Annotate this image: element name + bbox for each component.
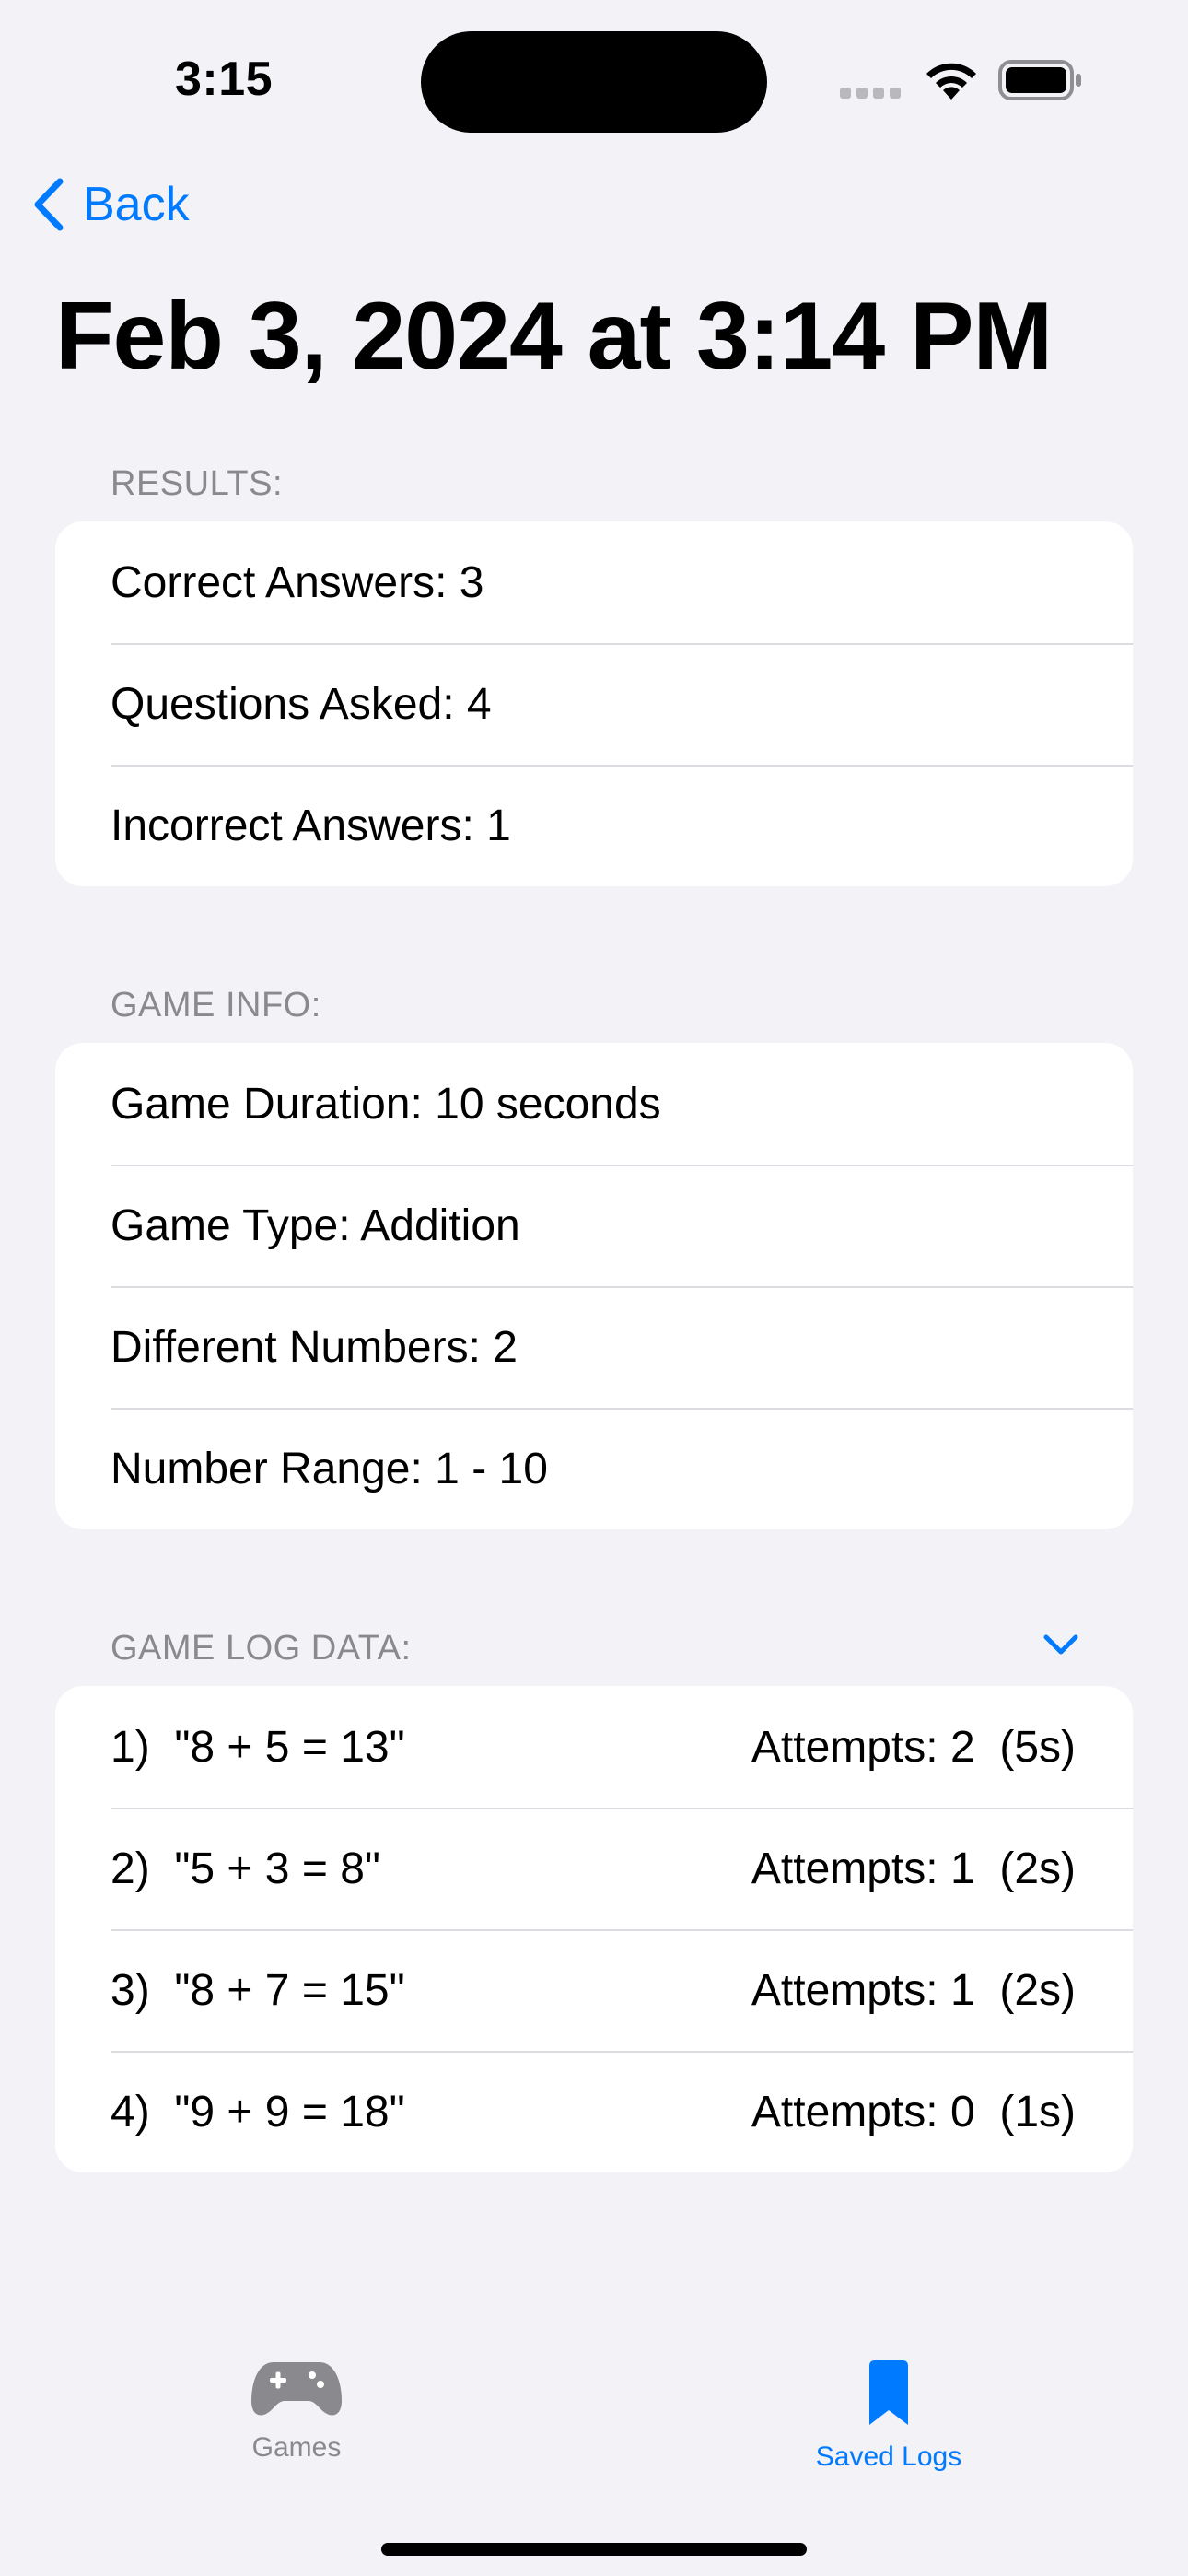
questions-asked: Questions Asked: 4 [111, 679, 492, 729]
status-time: 3:15 [175, 53, 274, 106]
log-question: 2) "5 + 3 = 8" [111, 1844, 380, 1893]
different-numbers: Different Numbers: 2 [111, 1322, 518, 1372]
log-attempts: Attempts: 1 (2s) [751, 1844, 1076, 1893]
game-log-card: 1) "8 + 5 = 13" Attempts: 2 (5s) 2) "5 +… [55, 1686, 1133, 2172]
list-item: Correct Answers: 3 [55, 521, 1133, 643]
log-row: 3) "8 + 7 = 15" Attempts: 1 (2s) [55, 1929, 1133, 2051]
incorrect-answers: Incorrect Answers: 1 [111, 801, 511, 850]
log-question: 3) "8 + 7 = 15" [111, 1965, 405, 2015]
chevron-down-icon[interactable] [1042, 1633, 1079, 1657]
gamecontroller-icon [251, 2362, 342, 2416]
list-item: Game Duration: 10 seconds [55, 1043, 1133, 1165]
number-range: Number Range: 1 - 10 [111, 1444, 548, 1493]
list-item: Questions Asked: 4 [55, 643, 1133, 765]
log-question: 4) "9 + 9 = 18" [111, 2087, 405, 2137]
list-item: Game Type: Addition [55, 1165, 1133, 1286]
log-attempts: Attempts: 0 (1s) [751, 2087, 1076, 2137]
log-question: 1) "8 + 5 = 13" [111, 1722, 405, 1772]
list-item: Incorrect Answers: 1 [55, 765, 1133, 886]
log-attempts: Attempts: 2 (5s) [751, 1722, 1076, 1772]
battery-icon [998, 60, 1081, 100]
page-title: Feb 3, 2024 at 3:14 PM [55, 283, 1053, 390]
log-attempts: Attempts: 1 (2s) [751, 1965, 1076, 2015]
tab-saved-logs-label: Saved Logs [815, 2441, 962, 2472]
bookmark-icon [869, 2360, 908, 2425]
log-row: 2) "5 + 3 = 8" Attempts: 1 (2s) [55, 1808, 1133, 1929]
status-icons [840, 55, 1089, 101]
game-info-card: Game Duration: 10 seconds Game Type: Add… [55, 1043, 1133, 1529]
chevron-left-icon [34, 178, 64, 231]
back-button[interactable]: Back [33, 177, 190, 232]
tab-saved-logs[interactable]: Saved Logs [792, 2359, 985, 2473]
game-type: Game Type: Addition [111, 1200, 520, 1250]
cellular-signal-icon [840, 87, 906, 103]
log-row: 4) "9 + 9 = 18" Attempts: 0 (1s) [55, 2051, 1133, 2172]
home-indicator [381, 2543, 807, 2556]
back-label: Back [83, 178, 190, 231]
results-card: Correct Answers: 3 Questions Asked: 4 In… [55, 521, 1133, 886]
game-duration: Game Duration: 10 seconds [111, 1079, 661, 1129]
log-row: 1) "8 + 5 = 13" Attempts: 2 (5s) [55, 1686, 1133, 1808]
game-info-header: GAME INFO: [111, 986, 321, 1025]
wifi-icon [926, 63, 976, 100]
tab-games-label: Games [251, 2432, 342, 2463]
dynamic-island [421, 31, 767, 133]
screen: 3:15 Back Feb 3, 2024 at 3:14 PM RESULTS… [0, 0, 1188, 2576]
list-item: Number Range: 1 - 10 [55, 1408, 1133, 1529]
results-header: RESULTS: [111, 464, 284, 503]
correct-answers: Correct Answers: 3 [111, 557, 484, 607]
game-log-header: GAME LOG DATA: [111, 1629, 412, 1668]
tab-games[interactable]: Games [204, 2359, 389, 2464]
list-item: Different Numbers: 2 [55, 1286, 1133, 1408]
